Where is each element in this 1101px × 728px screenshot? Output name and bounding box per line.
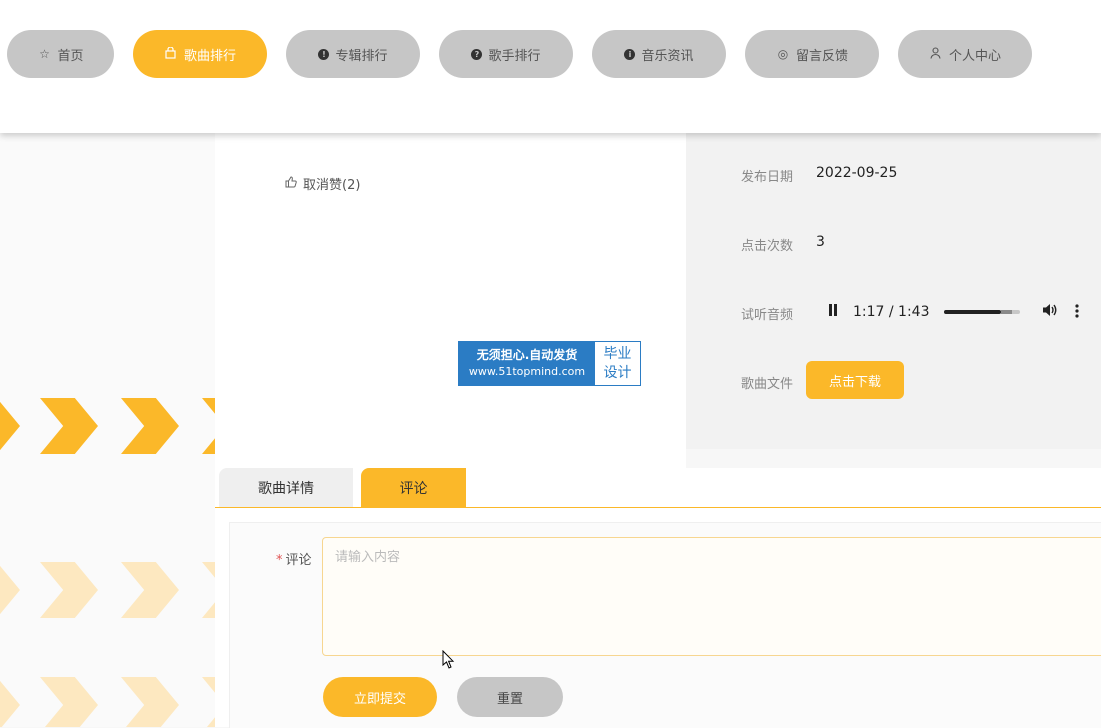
publish-date-value: 2022-09-25 [816, 165, 898, 181]
nav-user-center-button[interactable]: 个人中心 [898, 30, 1032, 78]
download-button[interactable]: 点击下载 [806, 361, 904, 399]
nav-feedback-button[interactable]: ◎ 留言反馈 [745, 30, 879, 78]
chevron-decoration [40, 398, 98, 454]
nav-home-button[interactable]: ☆ 首页 [7, 30, 114, 78]
watermark-side-top: 毕业 [603, 345, 632, 362]
thumbs-up-icon [285, 176, 297, 191]
tab-song-detail[interactable]: 歌曲详情 [219, 468, 353, 507]
star-icon: ☆ [39, 47, 50, 61]
decorative-background [0, 133, 215, 727]
nav-music-news-label: 音乐资讯 [641, 48, 694, 64]
required-mark: * [276, 553, 283, 568]
audio-time: 1:17 / 1:43 [853, 304, 930, 320]
chevron-decoration [121, 398, 179, 454]
submit-button[interactable]: 立即提交 [323, 677, 437, 717]
volume-icon[interactable] [1042, 303, 1057, 321]
top-navigation: ☆ 首页 歌曲排行 ! 专辑排行 ? 歌手排行 i 音乐资讯 ◎ 留言反馈 个人… [0, 0, 1101, 133]
bag-icon [164, 45, 178, 62]
chevron-decoration [0, 677, 20, 727]
nav-album-ranking-label: 专辑排行 [335, 48, 388, 64]
question-circle-icon: ? [471, 48, 483, 60]
at-circle-icon: ◎ [777, 47, 789, 61]
pause-icon[interactable] [823, 304, 843, 320]
nav-album-ranking-button[interactable]: ! 专辑排行 [286, 30, 420, 78]
audio-player: 1:17 / 1:43 [809, 294, 1095, 330]
tab-underline [215, 507, 1101, 508]
chevron-decoration [121, 677, 179, 727]
user-icon [929, 46, 943, 62]
watermark-badge: 无须担心.自动发货 www.51topmind.com 毕业 设计 [458, 341, 641, 386]
nav-singer-ranking-label: 歌手排行 [488, 48, 541, 64]
audio-seek-bar[interactable] [943, 310, 1020, 314]
unlike-label: 取消赞(2) [303, 178, 361, 193]
comment-textarea[interactable] [322, 537, 1101, 656]
chevron-decoration [40, 562, 98, 618]
chevron-decoration [40, 677, 98, 727]
clicks-value: 3 [816, 234, 825, 250]
audio-progress-fill [943, 310, 1001, 314]
comment-label-text: 评论 [285, 553, 312, 568]
nav-home-label: 首页 [57, 48, 84, 64]
nav-song-ranking-button[interactable]: 歌曲排行 [133, 30, 267, 78]
nav-feedback-label: 留言反馈 [795, 48, 848, 64]
watermark-side-bottom: 设计 [603, 364, 632, 381]
chevron-decoration [202, 677, 215, 727]
clicks-label: 点击次数 [741, 239, 794, 254]
exclamation-circle-icon: ! [318, 48, 330, 60]
publish-date-label: 发布日期 [741, 170, 794, 185]
tab-comment[interactable]: 评论 [361, 468, 466, 507]
chevron-decoration [202, 398, 215, 454]
watermark-main-text: 无须担心.自动发货 [476, 348, 578, 362]
watermark-url: www.51topmind.com [468, 365, 586, 378]
nav-song-ranking-label: 歌曲排行 [183, 48, 236, 64]
chevron-decoration [0, 562, 20, 618]
watermark-main-block: 无须担心.自动发货 www.51topmind.com [459, 342, 595, 385]
chevron-decoration [202, 562, 215, 618]
info-circle-icon: i [624, 48, 636, 60]
reset-button[interactable]: 重置 [457, 677, 563, 717]
song-file-label: 歌曲文件 [741, 377, 794, 392]
watermark-side-block: 毕业 设计 [595, 342, 640, 385]
unlike-button[interactable]: 取消赞(2) [285, 174, 360, 193]
nav-music-news-button[interactable]: i 音乐资讯 [592, 30, 726, 78]
chevron-decoration [0, 398, 20, 454]
chevron-decoration [121, 562, 179, 618]
more-options-icon[interactable] [1074, 303, 1079, 322]
audio-label: 试听音频 [741, 308, 794, 323]
mouse-cursor-icon [442, 650, 455, 669]
nav-singer-ranking-button[interactable]: ? 歌手排行 [439, 30, 573, 78]
nav-user-center-label: 个人中心 [948, 48, 1001, 64]
audio-buffer-fill [1000, 310, 1012, 314]
comment-field-label: * 评论 [276, 549, 312, 568]
